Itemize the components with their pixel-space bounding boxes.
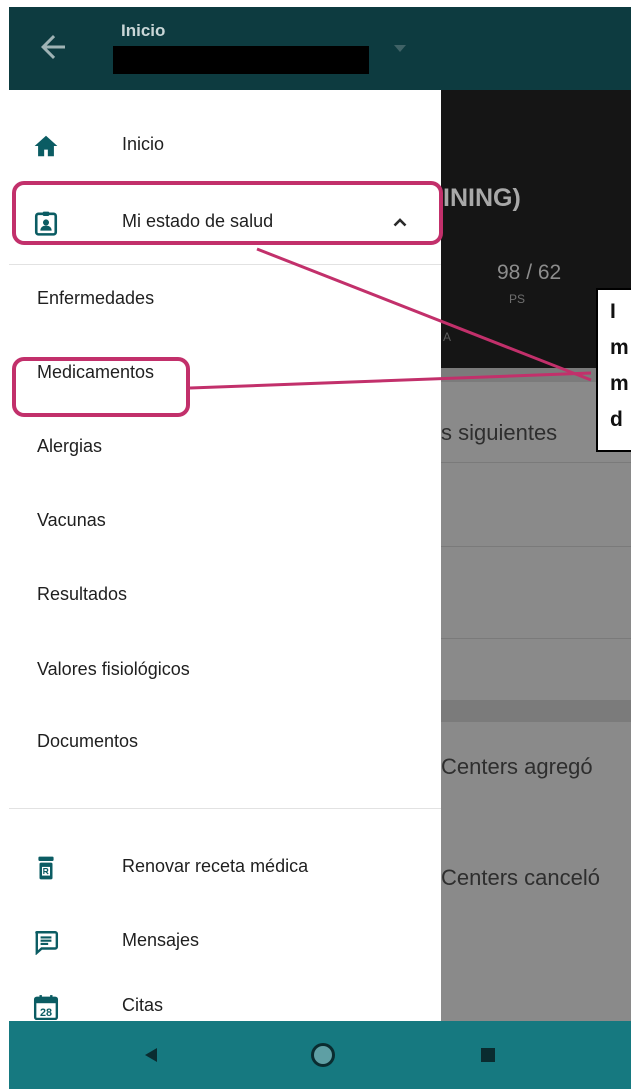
connector-line <box>189 371 592 390</box>
callout-text-line: I <box>610 300 616 323</box>
connector-line <box>256 247 592 382</box>
callout-box: I m m d <box>596 288 631 452</box>
callout-text-line: d <box>610 408 623 431</box>
callout-text-line: m <box>610 336 629 359</box>
app-frame: Inicio INING) 98 / 62 PS A s siguientes … <box>9 7 631 1089</box>
annotation-connector-lines <box>189 247 592 390</box>
callout-text-line: m <box>610 372 629 395</box>
